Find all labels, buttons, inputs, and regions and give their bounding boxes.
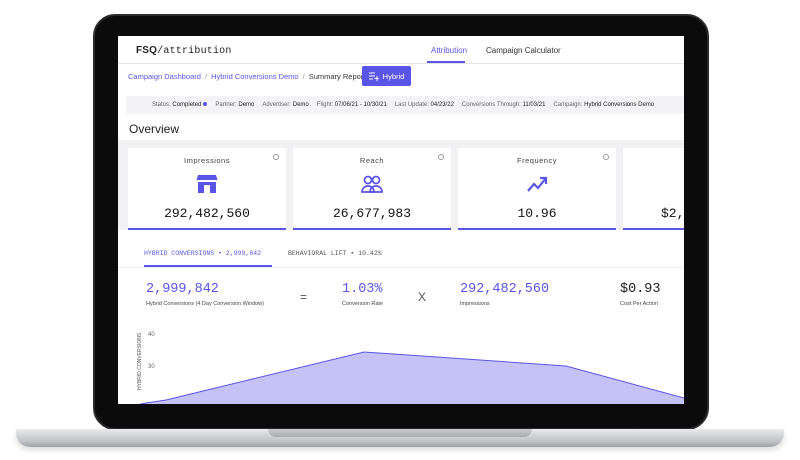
metric-conversion-rate: 1.03% Conversion Rate: [342, 282, 383, 307]
add-list-icon: [368, 72, 379, 81]
metric-label: Hybrid Conversions (4 Day Conversion Win…: [146, 301, 264, 307]
status-item: Flight: 07/06/21 - 10/30/21: [316, 102, 387, 108]
status-item: Conversions Through: 11/03/21: [461, 102, 546, 108]
trend-line-icon: [527, 176, 548, 192]
breadcrumb-summary-report: Summary Report: [308, 72, 366, 81]
card-frequency[interactable]: Frequency 10.96: [458, 148, 616, 230]
hybrid-button-label: Hybrid: [382, 71, 405, 81]
card-title: Frequency: [517, 156, 557, 165]
metric-label: Impressions: [460, 301, 490, 307]
breadcrumb-campaign-dashboard[interactable]: Campaign Dashboard: [128, 72, 201, 81]
card-title: Reach: [359, 156, 385, 165]
card-value: 292,482,560: [164, 206, 250, 221]
area-series: [140, 352, 684, 404]
conversions-panel: HYBRID CONVERSIONS • 2,999,842 BEHAVIORA…: [118, 240, 684, 404]
page-title: Overview: [129, 122, 180, 136]
metric-label: Cost Per Action: [620, 301, 658, 307]
hybrid-button[interactable]: Hybrid: [362, 66, 411, 86]
card-value: $2,: [661, 206, 684, 221]
metric-cards: Impressions 292,482,560 Reach 26,677,983…: [118, 140, 684, 230]
card-cost[interactable]: $2,: [623, 148, 684, 230]
metric-impressions: 292,482,560 Impressions: [460, 282, 549, 307]
card-value: 26,677,983: [332, 206, 411, 221]
card-value: 10.96: [517, 206, 557, 221]
campaign-status-bar: Status: Completed Partner: Demo Advertis…: [126, 96, 684, 114]
status-item: Advertiser: Demo: [262, 102, 309, 108]
equals-operator: =: [300, 290, 308, 304]
metric-cost-per-action: $0.93 Cost Per Action: [620, 282, 661, 307]
metric-value: 1.03%: [342, 282, 383, 297]
multiply-operator: X: [418, 290, 427, 304]
laptop-notch: [268, 429, 532, 437]
card-reach[interactable]: Reach 26,677,983: [293, 148, 451, 230]
metric-value: 2,999,842: [146, 282, 219, 297]
metric-value: 292,482,560: [460, 282, 550, 297]
tab-attribution[interactable]: Attribution: [431, 46, 467, 55]
tab-hybrid-conversions[interactable]: HYBRID CONVERSIONS • 2,999,842: [144, 250, 261, 257]
app-screen: FSQ/attribution Attribution Campaign Cal…: [118, 36, 684, 404]
status-item: Last Update: 04/23/22: [394, 102, 454, 108]
status-item: Partner: Demo: [215, 102, 255, 108]
brand-logo[interactable]: FSQ/attribution: [136, 45, 232, 57]
metric-label: Conversion Rate: [342, 301, 383, 307]
info-icon[interactable]: [603, 154, 609, 160]
status-dot-icon: [203, 102, 208, 107]
people-icon: [361, 175, 383, 193]
status-item: Status: Completed: [152, 102, 208, 108]
breadcrumb: Campaign Dashboard / Hybrid Conversions De…: [128, 72, 366, 81]
info-icon[interactable]: [438, 154, 444, 160]
status-item: Campaign: Hybrid Conversions Demo: [553, 102, 655, 108]
card-impressions[interactable]: Impressions 292,482,560: [128, 148, 286, 230]
tab-behavioral-lift[interactable]: BEHAVIORAL LIFT • 10.42%: [288, 250, 382, 257]
top-nav: FSQ/attribution Attribution Campaign Cal…: [118, 36, 684, 64]
divider: [118, 267, 684, 268]
storefront-icon: [196, 175, 218, 193]
card-title: Impressions: [184, 156, 230, 165]
conversions-area-chart: [139, 351, 684, 404]
metric-value: $0.93: [620, 282, 661, 297]
breadcrumb-hybrid-conversions-demo[interactable]: Hybrid Conversions Demo: [211, 72, 299, 81]
active-tab-indicator: [427, 61, 465, 63]
tab-campaign-calculator[interactable]: Campaign Calculator: [486, 46, 561, 55]
info-icon[interactable]: [273, 154, 279, 160]
metric-hybrid-conversions: 2,999,842 Hybrid Conversions (4 Day Conv…: [146, 282, 264, 307]
